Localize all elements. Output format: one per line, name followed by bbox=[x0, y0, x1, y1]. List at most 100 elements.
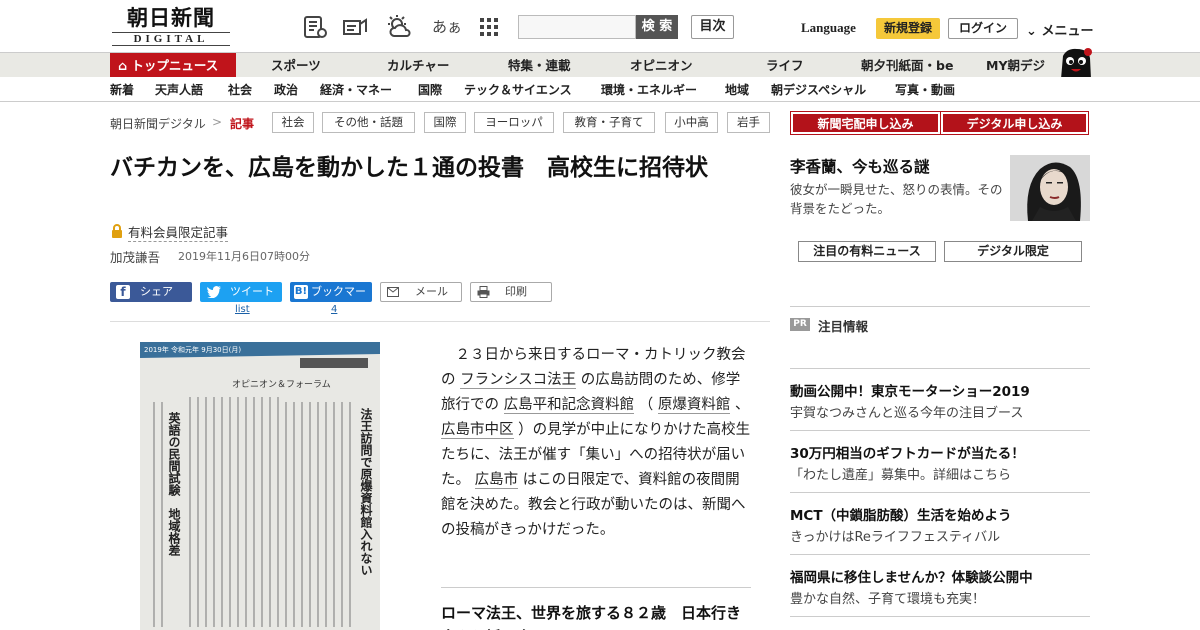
ad-title[interactable]: 福岡県に移住しませんか？体験談公開中 bbox=[790, 566, 1033, 586]
menu-button[interactable]: ⌄ メニュー bbox=[1026, 20, 1093, 39]
nav-photo-video[interactable]: 写真・動画 bbox=[895, 77, 955, 102]
site-logo[interactable]: 朝日新聞 DIGITAL bbox=[112, 6, 230, 46]
digital-subscribe-button[interactable]: デジタル申し込み bbox=[940, 111, 1089, 135]
logo-subtext: DIGITAL bbox=[112, 32, 230, 46]
nav-opinion[interactable]: オピニオン bbox=[630, 53, 693, 78]
menu-label: メニュー bbox=[1041, 24, 1094, 39]
lock-icon bbox=[112, 224, 122, 238]
twitter-share-label: ツイート bbox=[230, 285, 274, 298]
nav-culture[interactable]: カルチャー bbox=[387, 53, 449, 78]
nav-society[interactable]: 社会 bbox=[228, 77, 252, 102]
photo-side-headline-text: 英語の民間試験 地域格差 bbox=[167, 411, 181, 556]
related-divider bbox=[441, 587, 751, 588]
nav-sports[interactable]: スポーツ bbox=[271, 53, 321, 78]
tag-education[interactable]: 教育・子育て bbox=[563, 112, 655, 133]
facebook-icon: f bbox=[116, 285, 130, 299]
nav-tech-science[interactable]: テック＆サイエンス bbox=[464, 77, 572, 102]
hatena-bookmark-label: ブックマーク bbox=[311, 285, 366, 318]
nav-latest[interactable]: 新着 bbox=[110, 77, 134, 102]
index-button[interactable]: 目次 bbox=[691, 15, 734, 39]
nav-label: トップニュース bbox=[131, 58, 219, 73]
nav-features[interactable]: 特集・連載 bbox=[508, 53, 571, 78]
tag-europe[interactable]: ヨーロッパ bbox=[474, 112, 554, 133]
sidebar-feature-subtitle: 彼女が一瞬見せた、怒りの表情。その背景をたどった。 bbox=[790, 182, 1003, 216]
ad-subtitle: きっかけはReライフフェスティバル bbox=[790, 530, 1001, 545]
nav-politics[interactable]: 政治 bbox=[274, 77, 298, 102]
chevron-down-icon: ⌄ bbox=[1026, 24, 1037, 39]
sidebar-feature-photo[interactable] bbox=[1010, 155, 1090, 221]
language-link[interactable]: Language bbox=[801, 20, 856, 36]
ad-subtitle: 豊かな自然、子育て環境も充実！ bbox=[790, 592, 986, 607]
nav-environment[interactable]: 環境・エネルギー bbox=[601, 77, 697, 102]
nav-tenseijingo[interactable]: 天声人語 bbox=[155, 77, 203, 102]
pr-badge: PR bbox=[790, 318, 810, 331]
body-text-3: （ bbox=[638, 397, 654, 413]
twitter-count[interactable]: list bbox=[235, 304, 250, 315]
nav-life[interactable]: ライフ bbox=[766, 53, 804, 78]
paid-news-button[interactable]: 注目の有料ニュース bbox=[798, 241, 936, 262]
link-naka-ward[interactable]: 広島市中区 bbox=[441, 422, 514, 439]
weather-icon[interactable] bbox=[386, 14, 412, 40]
nav-economy[interactable]: 経済・マネー bbox=[320, 77, 392, 102]
link-pope-francis[interactable]: フランシスコ法王 bbox=[460, 372, 577, 389]
sidebar-feature-title[interactable]: 李香蘭、今も巡る謎 bbox=[790, 155, 930, 177]
primary-nav: ⌂ トップニュース スポーツ カルチャー 特集・連載 オピニオン ライフ 朝夕刊… bbox=[0, 52, 1200, 78]
register-button[interactable]: 新規登録 bbox=[876, 18, 940, 39]
nav-region[interactable]: 地域 bbox=[725, 77, 749, 102]
link-peace-memorial-museum[interactable]: 広島平和記念資料館 bbox=[503, 397, 635, 414]
hatena-bookmark-button[interactable]: B! ブックマーク bbox=[290, 282, 372, 318]
tag-misc[interactable]: その他・話題 bbox=[322, 112, 415, 133]
related-article-link[interactable]: ローマ法王、世界を旅する８２歳 日本行き次々と話し合 bbox=[441, 601, 751, 630]
paid-member-label[interactable]: 有料会員限定記事 bbox=[128, 222, 229, 242]
nav-paper[interactable]: 朝夕刊紙面・be bbox=[861, 53, 953, 78]
logo-text: 朝日新聞 bbox=[127, 5, 215, 30]
print-label: 印刷 bbox=[505, 285, 527, 298]
article-photo[interactable]: 2019年 令和元年 9月30日(月) オピニオン＆フォーラム 法王訪問で原爆資… bbox=[140, 342, 380, 630]
hatena-icon: B! bbox=[294, 285, 308, 299]
tag-society[interactable]: 社会 bbox=[272, 112, 314, 133]
sidebar-divider bbox=[790, 306, 1090, 307]
apps-grid-icon[interactable] bbox=[476, 14, 502, 40]
breadcrumb-home[interactable]: 朝日新聞デジタル bbox=[110, 115, 206, 132]
digital-only-button[interactable]: デジタル限定 bbox=[944, 241, 1082, 262]
nav-international[interactable]: 国際 bbox=[418, 77, 442, 102]
tag-iwate[interactable]: 岩手 bbox=[727, 112, 770, 133]
nav-my-asadigi[interactable]: MY朝デジ bbox=[986, 53, 1045, 78]
search-input[interactable] bbox=[518, 15, 636, 39]
nav-top-news[interactable]: ⌂ トップニュース bbox=[110, 53, 236, 78]
share-divider bbox=[110, 321, 770, 322]
font-size-toggle[interactable]: あぁ bbox=[432, 16, 462, 37]
link-a-bomb-museum[interactable]: 原爆資料館 bbox=[657, 397, 731, 414]
secondary-nav: 新着 天声人語 社会 政治 経済・マネー 国際 テック＆サイエンス 環境・エネル… bbox=[0, 77, 1200, 102]
newspaper-subscribe-button[interactable]: 新聞宅配申し込み bbox=[790, 111, 941, 135]
ad-divider bbox=[790, 368, 1090, 369]
photo-headline-text: 法王訪問で原爆資料館入れない bbox=[359, 407, 373, 576]
publish-date: 2019年11月6日07時00分 bbox=[178, 250, 310, 263]
ad-subtitle: 宇賀なつみさんと巡る今年の注目ブース bbox=[790, 406, 1024, 421]
ad-title[interactable]: 動画公開中！東京モーターショー2019 bbox=[790, 380, 1030, 400]
twitter-icon bbox=[207, 286, 221, 298]
ad-title[interactable]: MCT（中鎖脂肪酸）生活を始めよう bbox=[790, 504, 1012, 524]
nav-special[interactable]: 朝デジスペシャル bbox=[771, 77, 866, 102]
news-feed-icon[interactable] bbox=[342, 14, 368, 40]
mail-icon bbox=[387, 287, 399, 297]
hatena-count[interactable]: 4 bbox=[331, 304, 337, 315]
pr-section-title: 注目情報 bbox=[818, 319, 869, 334]
breadcrumb-current: 記事 bbox=[230, 117, 255, 131]
facebook-share-label: シェア bbox=[140, 285, 173, 298]
print-button[interactable]: 印刷 bbox=[470, 282, 552, 302]
ad-title[interactable]: 30万円相当のギフトカードが当たる！ bbox=[790, 442, 1025, 462]
mail-share-label: メール bbox=[415, 285, 448, 298]
photo-date-text: 2019年 令和元年 9月30日(月) bbox=[144, 345, 241, 354]
tag-international[interactable]: 国際 bbox=[424, 112, 466, 133]
login-button[interactable]: ログイン bbox=[948, 18, 1018, 39]
facebook-share-button[interactable]: f シェア bbox=[110, 282, 192, 302]
search-button[interactable]: 検 索 bbox=[636, 15, 678, 39]
link-hiroshima-city[interactable]: 広島市 bbox=[474, 472, 519, 489]
tag-schools[interactable]: 小中高 bbox=[665, 112, 718, 133]
twitter-share-button[interactable]: ツイート bbox=[200, 282, 282, 302]
mail-share-button[interactable]: メール bbox=[380, 282, 462, 302]
breadcrumb-separator: > bbox=[212, 115, 223, 129]
ad-subtitle: 「わたし遺産」募集中。詳細はこちら bbox=[790, 468, 1012, 483]
newspaper-icon[interactable] bbox=[302, 14, 328, 40]
